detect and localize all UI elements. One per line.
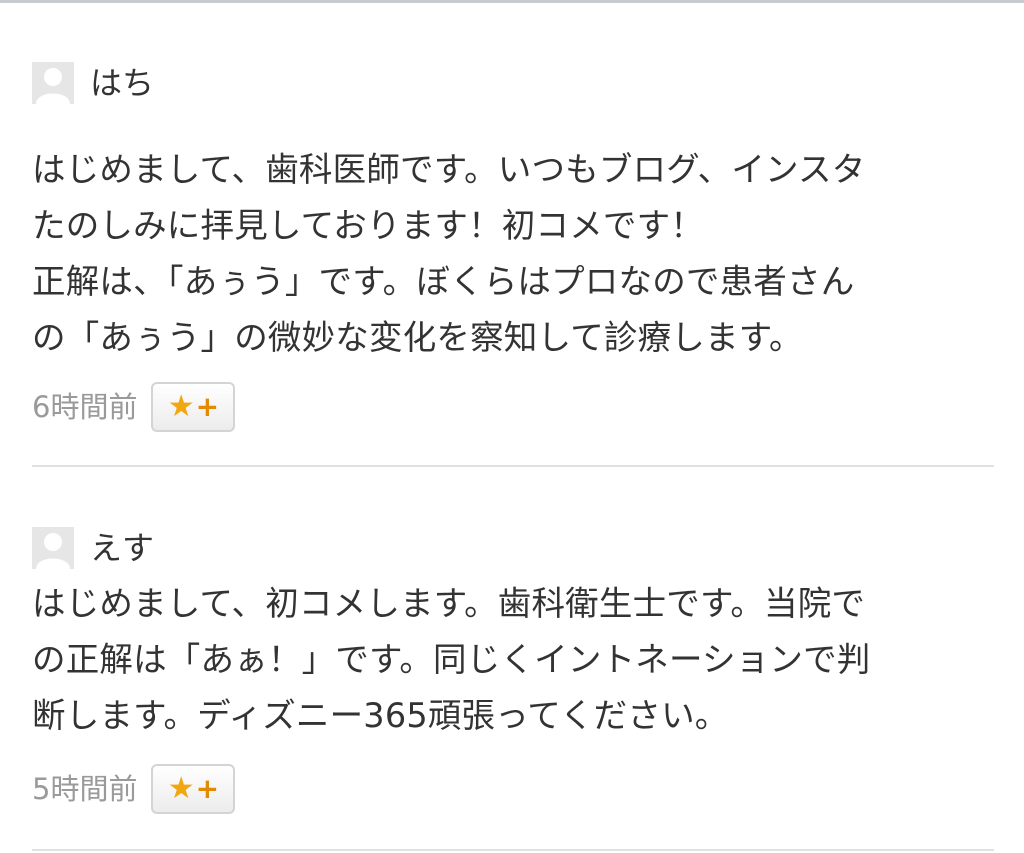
- star-plus-button[interactable]: ★ +: [151, 382, 236, 432]
- star-icon: ★: [167, 771, 195, 806]
- comment-list: はち はじめまして、歯科医師です。いつもブログ、インスタ たのしみに拝見しており…: [32, 0, 994, 851]
- comment-username[interactable]: えす: [90, 532, 154, 564]
- star-plus-button[interactable]: ★ +: [151, 764, 236, 814]
- plus-icon: +: [195, 390, 220, 423]
- plus-icon: +: [195, 772, 220, 805]
- comment-header: えす: [32, 527, 154, 569]
- comment-body-line: はじめまして、初コメします。歯科衛生士です。当院で: [32, 584, 866, 623]
- comment-body-line: はじめまして、歯科医師です。いつもブログ、インスタ: [32, 150, 866, 189]
- comment-timestamp: 6時間前: [32, 389, 138, 424]
- comment-item: えす はじめまして、初コメします。歯科衛生士です。当院で の正解は「あぁ！」です…: [32, 467, 994, 851]
- comment-body-line: たのしみに拝見しております！初コメです！: [32, 206, 704, 245]
- comment-item: はち はじめまして、歯科医師です。いつもブログ、インスタ たのしみに拝見しており…: [32, 0, 994, 467]
- comment-body-line: の正解は「あぁ！」です。同じくイントネーションで判: [32, 640, 871, 679]
- comment-timestamp: 5時間前: [32, 771, 138, 806]
- comment-header: はち: [32, 62, 154, 104]
- comment-footer: 6時間前 ★ +: [32, 382, 236, 432]
- user-avatar-icon[interactable]: [32, 527, 74, 569]
- comment-body-line: 断します。ディズニー365頑張ってください。: [32, 696, 729, 735]
- comment-footer: 5時間前 ★ +: [32, 764, 236, 814]
- comment-body-line: 正解は、「あぅう」です。ぼくらはプロなので患者さん: [32, 262, 855, 301]
- comment-body: はじめまして、初コメします。歯科衛生士です。当院で の正解は「あぁ！」です。同じ…: [32, 576, 994, 744]
- user-avatar-icon[interactable]: [32, 62, 74, 104]
- comment-body: はじめまして、歯科医師です。いつもブログ、インスタ たのしみに拝見しております！…: [32, 142, 994, 366]
- comment-body-line: の「あぅう」の微妙な変化を察知して診療します。: [32, 318, 803, 357]
- star-icon: ★: [167, 389, 195, 424]
- comment-username[interactable]: はち: [90, 67, 154, 99]
